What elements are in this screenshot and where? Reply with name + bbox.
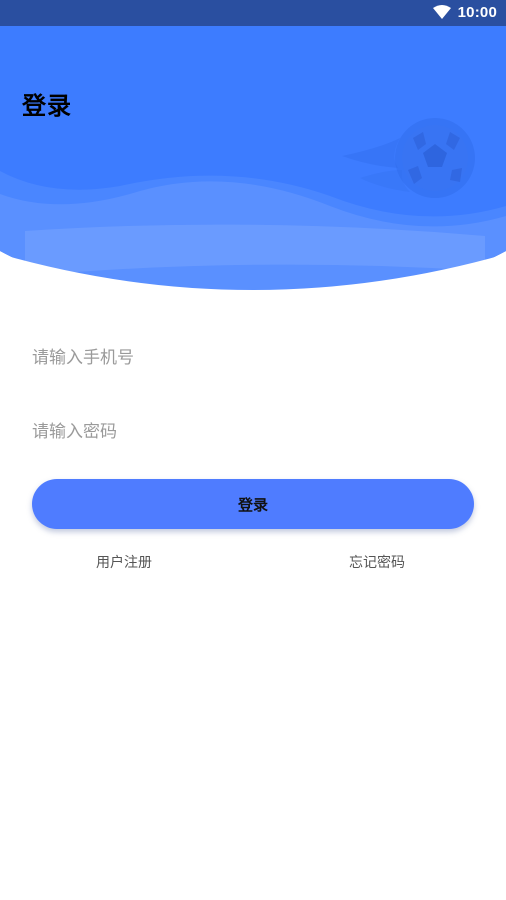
- phone-input[interactable]: [32, 338, 474, 378]
- status-time: 10:00: [457, 4, 497, 21]
- page-title: 登录: [22, 92, 72, 120]
- forgot-password-link[interactable]: 忘记密码: [349, 552, 405, 572]
- login-button[interactable]: 登录: [32, 479, 474, 529]
- wifi-icon: [433, 5, 451, 19]
- status-bar: 10:00: [0, 0, 506, 26]
- register-link[interactable]: 用户注册: [96, 552, 152, 572]
- soccer-ball-icon: [342, 118, 475, 198]
- password-input[interactable]: [32, 412, 474, 452]
